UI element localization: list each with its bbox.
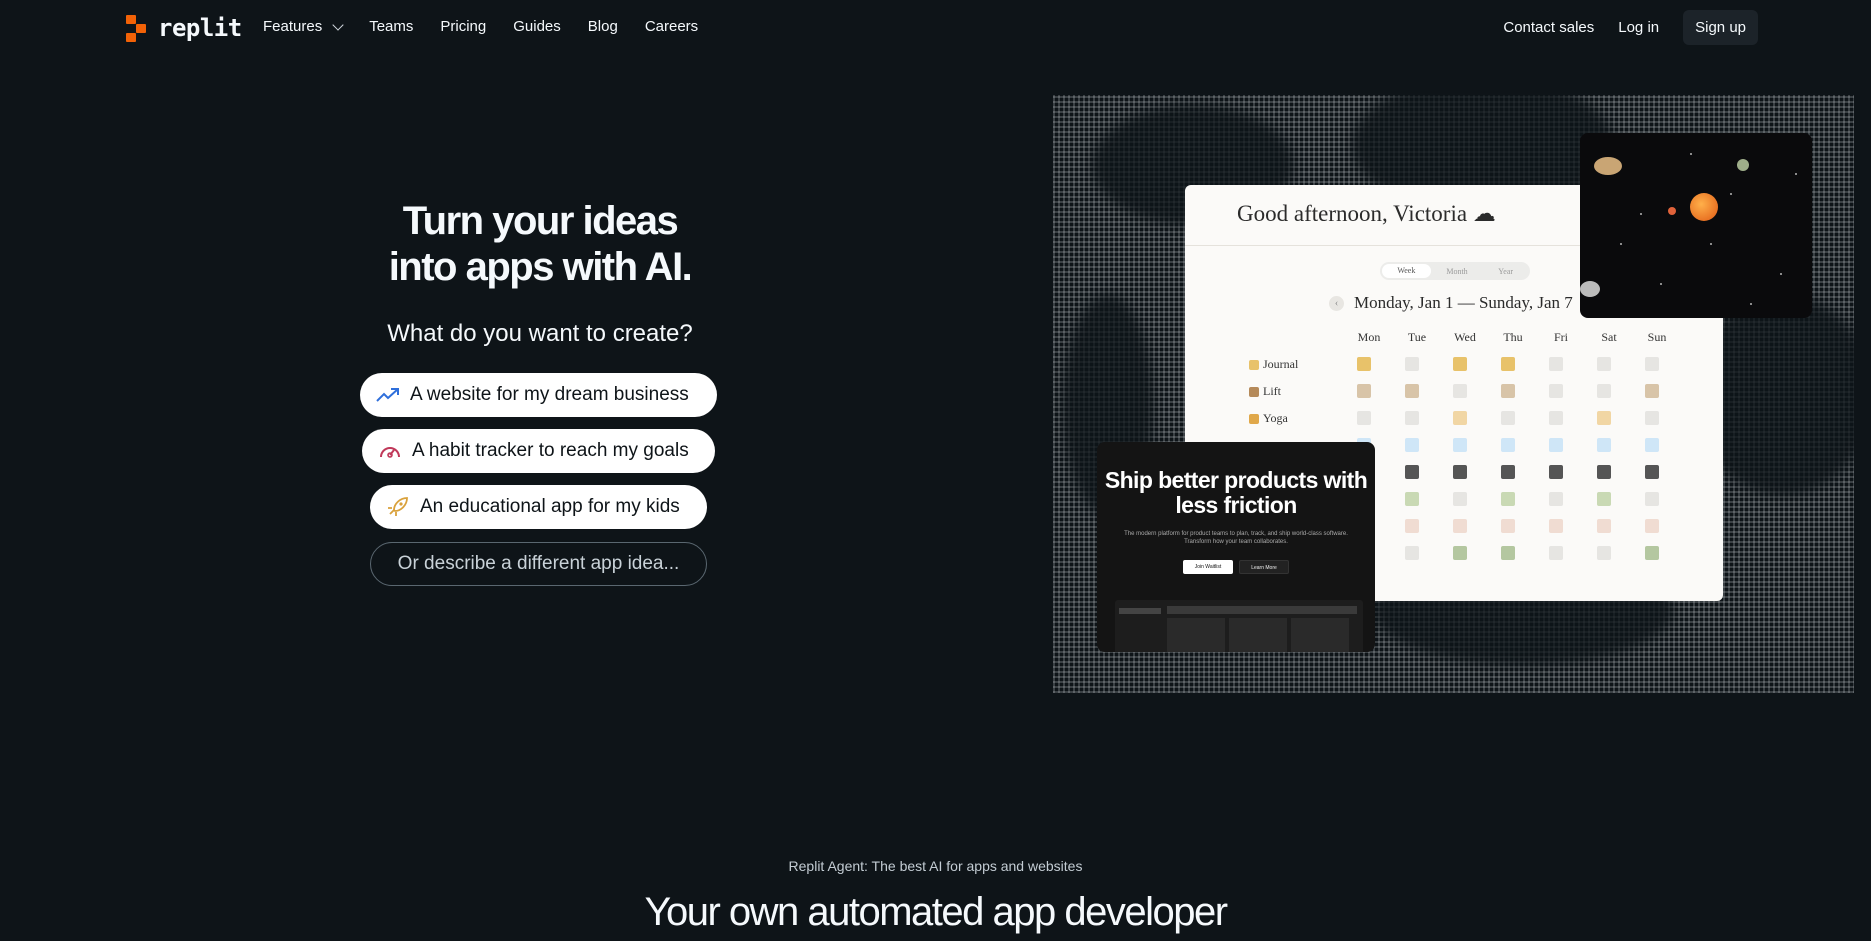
chevron-left-icon: ‹ (1329, 295, 1344, 311)
describe-idea-placeholder: Or describe a different app idea... (397, 553, 680, 574)
habit-name: Yoga (1263, 411, 1288, 425)
habit-row-yoga: Yoga (1249, 411, 1288, 426)
product-title: Ship better products with less friction (1104, 467, 1368, 518)
weekday-header: Mon Tue Wed Thu Fri Sat Sun (1345, 330, 1681, 345)
habit-cells-water (1357, 438, 1693, 452)
nav-features-label: Features (263, 18, 323, 35)
habit-row-lift: Lift (1249, 384, 1281, 399)
suggestion-habit-label: A habit tracker to reach my goals (412, 440, 689, 461)
nav-actions: Contact sales Log in Sign up (1503, 10, 1758, 45)
calendar-range-label: Monday, Jan 1 — Sunday, Jan 7 (1354, 293, 1573, 312)
saturn-icon (1594, 157, 1622, 175)
nav-links: Features Teams Pricing Guides Blog Caree… (263, 18, 725, 35)
join-waitlist-button: Join Waitlist (1183, 560, 1233, 574)
habit-cells-plant (1357, 492, 1693, 506)
day-mon: Mon (1357, 330, 1381, 344)
yoga-icon (1249, 413, 1259, 424)
chevron-down-icon (332, 18, 344, 31)
nav-pricing[interactable]: Pricing (440, 18, 486, 35)
replit-logo-icon (126, 14, 150, 42)
tab-week: Week (1382, 264, 1431, 278)
nav-blog[interactable]: Blog (588, 18, 618, 35)
learn-more-button: Learn More (1239, 560, 1289, 574)
day-tue: Tue (1407, 330, 1427, 344)
habit-cells-read (1357, 546, 1693, 560)
calendar-greeting: Good afternoon, Victoria ☁ (1237, 201, 1496, 226)
contact-sales-link[interactable]: Contact sales (1503, 19, 1594, 36)
rocket-icon (388, 497, 408, 516)
trending-up-icon (376, 388, 399, 402)
habit-row-journal: Journal (1249, 357, 1298, 372)
habit-cells-misc (1357, 519, 1693, 533)
calendar-range: ‹ Monday, Jan 1 — Sunday, Jan 7 (1329, 293, 1573, 313)
journal-icon (1249, 359, 1259, 370)
day-fri: Fri (1553, 330, 1568, 344)
weightlifter-icon (1249, 386, 1259, 397)
section-title: Your own automated app developer (644, 890, 1228, 934)
mars-icon (1668, 207, 1676, 215)
day-thu: Thu (1503, 330, 1523, 344)
hero-title-line2: into apps with AI. (388, 245, 693, 289)
solar-system-preview (1580, 133, 1812, 318)
suggestion-website-label: A website for my dream business (410, 384, 689, 405)
hero-title: Turn your ideas into apps with AI. (340, 198, 740, 290)
hero-title-line1: Turn your ideas (402, 199, 679, 243)
habit-cells (1357, 357, 1693, 371)
calendar-view-toggle: Week Month Year (1380, 262, 1530, 280)
top-nav: replit Features Teams Pricing Guides Blo… (0, 0, 1871, 56)
suggestion-educational-app[interactable]: An educational app for my kids (370, 485, 707, 529)
nav-careers[interactable]: Careers (645, 18, 698, 35)
day-sun: Sun (1647, 330, 1667, 344)
habit-cells-walk (1357, 465, 1693, 479)
day-sat: Sat (1601, 330, 1617, 344)
suggestion-website[interactable]: A website for my dream business (360, 373, 717, 417)
product-description: The modern platform for product teams to… (1124, 531, 1348, 545)
nav-guides[interactable]: Guides (513, 18, 561, 35)
signup-button[interactable]: Sign up (1683, 10, 1758, 45)
nav-teams[interactable]: Teams (369, 18, 413, 35)
tab-year: Year (1498, 266, 1514, 276)
gauge-icon (380, 447, 400, 458)
nav-features[interactable]: Features (263, 18, 344, 35)
app-screenshot (1115, 600, 1363, 652)
moon-icon (1580, 281, 1600, 297)
suggestion-habit-tracker[interactable]: A habit tracker to reach my goals (362, 429, 715, 473)
suggestion-educational-label: An educational app for my kids (420, 496, 680, 517)
replit-logo[interactable]: replit (126, 14, 242, 42)
hero-prompt: What do you want to create? (387, 320, 693, 347)
describe-idea-input[interactable]: Or describe a different app idea... (370, 542, 707, 586)
section-kicker: Replit Agent: The best AI for apps and w… (788, 858, 1083, 874)
day-wed: Wed (1454, 330, 1476, 344)
habit-cells (1357, 411, 1693, 425)
product-landing-preview: Ship better products with less friction … (1097, 442, 1375, 652)
habit-name: Journal (1263, 357, 1299, 371)
habit-cells (1357, 384, 1693, 398)
brand-name: replit (158, 14, 242, 42)
login-link[interactable]: Log in (1618, 19, 1659, 36)
tab-month: Month (1446, 266, 1468, 276)
sun-icon (1690, 193, 1718, 221)
habit-name: Lift (1263, 384, 1281, 398)
planet-icon (1737, 159, 1749, 171)
